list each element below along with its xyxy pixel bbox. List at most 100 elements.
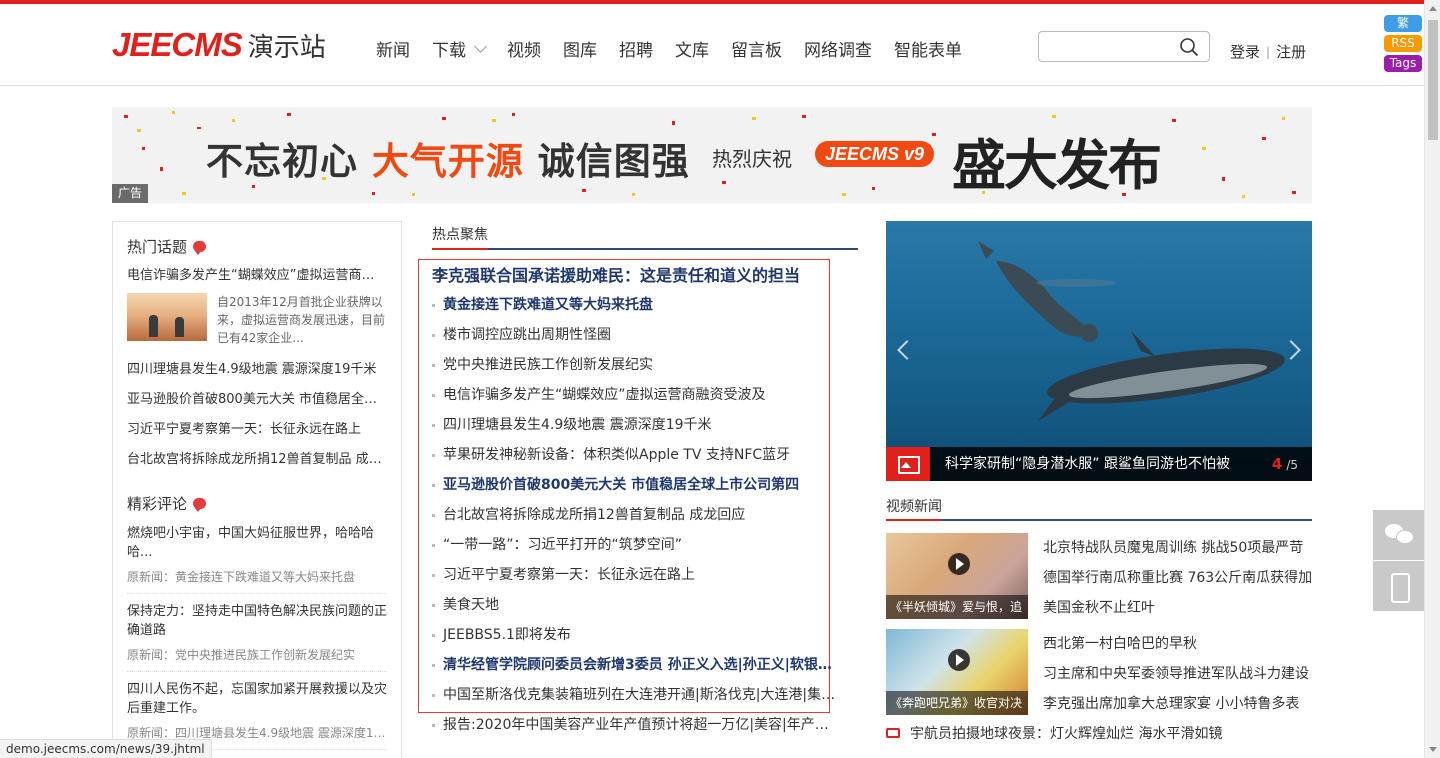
video-links: 西北第一村白哈巴的早秋 习主席和中央军委领导推进军队战斗力建设 李克强出席加拿大… — [1043, 629, 1313, 719]
hot-topic-summary: 自2013年12月首批企业获牌以来，虚拟运营商发展迅速，目前已有42家企业... — [217, 295, 386, 345]
news-item[interactable]: 美食天地 — [432, 590, 836, 620]
ad-label: 广告 — [112, 184, 148, 203]
slider-photo — [978, 241, 1285, 421]
comment-source[interactable]: 原新闻：党中央推进民族工作创新发展纪实 — [127, 646, 387, 663]
focus-column: 热点聚焦 李克强联合国承诺援助难民：这是责任和道义的担当 黄金接连下跌难道又等大… — [418, 221, 858, 740]
video-link[interactable]: 美国金秋不止红叶 — [1043, 593, 1313, 623]
page-scrollbar[interactable] — [1424, 0, 1440, 758]
rss-link[interactable]: RSS — [1384, 35, 1422, 52]
login-link[interactable]: 登录 — [1230, 41, 1260, 62]
ad-banner[interactable]: 不忘初心 大气开源 诚信图强 热烈庆祝 JEECMS v9 盛大发布 广告 — [112, 107, 1312, 203]
hot-topics-heading: 热门话题 — [127, 236, 387, 257]
news-item[interactable]: “一带一路”：习近平打开的“筑梦空间” — [432, 530, 836, 560]
news-item[interactable]: 台北故宫将拆除成龙所捐12兽首复制品 成龙回应 — [432, 500, 836, 530]
register-link[interactable]: 注册 — [1276, 41, 1306, 62]
comment-item[interactable]: 保持定力：坚持走中国特色解决民族问题的正确道路 原新闻：党中央推进民族工作创新发… — [127, 594, 387, 672]
slogan-part-3: 诚信图强 — [537, 140, 690, 183]
news-item[interactable]: 报告:2020年中国美容产业年产值预计将超一万亿|美容|年产值|报告 — [432, 710, 836, 740]
news-item[interactable]: 清华经管学院顾问委员会新增3委员 孙正义入选|孙正义|软银|清华 — [432, 650, 836, 680]
nav-item-guestbook[interactable]: 留言板 — [731, 36, 782, 61]
hot-topic-item[interactable]: 亚马逊股价首破800美元大关 市值稳居全球上市公司第四 — [127, 385, 387, 415]
slider-total: /5 — [1286, 458, 1298, 472]
video-thumbnail[interactable]: 《半妖倾城》爱与恨，追 — [886, 533, 1028, 619]
comment-source[interactable]: 原新闻：黄金接连下跌难道又等大妈来托盘 — [127, 568, 387, 585]
search-icon[interactable] — [1179, 37, 1199, 57]
slider-pager: 4/5 — [1272, 447, 1298, 481]
news-item[interactable]: 四川理塘县发生4.9级地震 震源深度19千米 — [432, 410, 836, 440]
news-item[interactable]: 亚马逊股价首破800美元大关 市值稳居全球上市公司第四 — [432, 470, 836, 500]
side-tags: 繁 RSS Tags — [1384, 15, 1422, 72]
hot-topic-item[interactable]: 习近平宁夏考察第一天：长征永远在路上 — [127, 415, 387, 445]
hot-topic-first[interactable]: 电信诈骗多发产生“蝴蝶效应”虚拟运营商融资受波及 — [127, 261, 387, 291]
video-link[interactable]: 李克强出席加拿大总理家宴 小小特鲁多表 — [1043, 689, 1313, 719]
search-box — [1038, 31, 1210, 62]
video-links: 北京特战队员魔鬼周训练 挑战50项最严苛 德国举行南瓜称重比赛 763公斤南瓜获… — [1043, 533, 1313, 623]
left-sidebar: 热门话题 电信诈骗多发产生“蝴蝶效应”虚拟运营商融资受波及 自2013年12月首… — [112, 221, 402, 758]
news-item[interactable]: 楼市调控应跳出周期性怪圈 — [432, 320, 836, 350]
nav-item-video[interactable]: 视频 — [507, 36, 541, 61]
news-item[interactable]: JEEBBS5.1即将发布 — [432, 620, 836, 650]
account-links: 登录 | 注册 — [1230, 41, 1306, 62]
video-link[interactable]: 西北第一村白哈巴的早秋 — [1043, 629, 1313, 659]
video-link[interactable]: 北京特战队员魔鬼周训练 挑战50项最严苛 — [1043, 533, 1313, 563]
scrollbar-thumb[interactable] — [1428, 20, 1438, 140]
hot-topic-feature[interactable]: 自2013年12月首批企业获牌以来，虚拟运营商发展迅速，目前已有42家企业... — [127, 293, 387, 355]
focus-tab-bar: 热点聚焦 — [432, 221, 858, 250]
comment-text: 四川人民伤不起，忘国家加紧开展救援以及灾后重建工作。 — [127, 682, 387, 716]
tab-video-news[interactable]: 视频新闻 — [886, 495, 942, 521]
comment-icon — [193, 498, 207, 512]
news-item[interactable]: 黄金接连下跌难道又等大妈来托盘 — [432, 290, 836, 320]
mobile-icon[interactable] — [1373, 561, 1424, 611]
focus-news-list: 黄金接连下跌难道又等大妈来托盘 楼市调控应跳出周期性怪圈 党中央推进民族工作创新… — [432, 290, 858, 740]
comment-text: 保持定力：坚持走中国特色解决民族问题的正确道路 — [127, 604, 387, 638]
play-icon[interactable] — [948, 553, 970, 575]
slogan-part-1: 不忘初心 — [206, 140, 358, 183]
video-icon — [886, 728, 900, 738]
news-item[interactable]: 党中央推进民族工作创新发展纪实 — [432, 350, 836, 380]
photo-slider[interactable]: 科学家研制“隐身潜水服” 跟鲨鱼同游也不怕被 4/5 — [886, 221, 1312, 481]
tags-link[interactable]: Tags — [1384, 55, 1422, 72]
comments-title: 精彩评论 — [127, 495, 188, 513]
floating-share-buttons — [1373, 510, 1424, 612]
nav-item-news[interactable]: 新闻 — [376, 36, 410, 61]
news-item[interactable]: 中国至斯洛伐克集装箱班列在大连港开通|斯洛伐克|大连港|集装箱 — [432, 680, 836, 710]
video-link[interactable]: 德国举行南瓜称重比赛 763公斤南瓜获得加 — [1043, 563, 1313, 593]
wechat-icon[interactable] — [1373, 510, 1424, 560]
comment-item[interactable]: 燃烧吧小宇宙，中国大妈征服世界，哈哈哈哈... 原新闻：黄金接连下跌难道又等大妈… — [127, 514, 387, 594]
tab-focus[interactable]: 热点聚焦 — [432, 221, 488, 250]
site-logo[interactable]: JEECMS 演示站 — [112, 26, 326, 66]
chat-bubble-icon — [193, 241, 207, 255]
news-item[interactable]: 电信诈骗多发产生“蝴蝶效应”虚拟运营商融资受波及 — [432, 380, 836, 410]
search-input[interactable] — [1047, 32, 1177, 61]
browser-status-url: demo.jeecms.com/news/39.jhtml — [0, 739, 212, 758]
slider-caption[interactable]: 科学家研制“隐身潜水服” 跟鲨鱼同游也不怕被 — [945, 447, 1230, 481]
news-item[interactable]: 习近平宁夏考察第一天：长征永远在路上 — [432, 560, 836, 590]
version-badge: JEECMS v9 — [815, 141, 935, 167]
video-thumbnail[interactable]: 《奔跑吧兄弟》收官对决 — [886, 629, 1028, 715]
nav-item-survey[interactable]: 网络调查 — [804, 36, 872, 61]
nav-item-jobs[interactable]: 招聘 — [619, 36, 653, 61]
hot-topics-title: 热门话题 — [127, 238, 188, 256]
traditional-chinese-toggle[interactable]: 繁 — [1384, 15, 1422, 32]
banner-celebrate: 热烈庆祝 — [712, 147, 792, 171]
chevron-down-icon — [474, 39, 487, 53]
hot-topic-item[interactable]: 四川理塘县发生4.9级地震 震源深度19千米 — [127, 355, 387, 385]
news-item[interactable]: 苹果研发神秘新设备：体积类似Apple TV 支持NFC蓝牙 — [432, 440, 836, 470]
comments-heading: 精彩评论 — [127, 493, 387, 514]
hot-topic-thumbnail[interactable] — [127, 293, 207, 341]
banner-slogan: 不忘初心 大气开源 诚信图强 — [206, 131, 690, 185]
video-link[interactable]: 习主席和中央军委领导推进军队战斗力建设 — [1043, 659, 1313, 689]
nav-item-smart-form[interactable]: 智能表单 — [894, 36, 962, 61]
video-extra-text: 宇航员拍摄地球夜景：灯火辉煌灿烂 海水平滑如镜 — [910, 726, 1223, 742]
video-extra-link[interactable]: 宇航员拍摄地球夜景：灯火辉煌灿烂 海水平滑如镜 — [886, 723, 1222, 743]
nav-item-library[interactable]: 文库 — [675, 36, 709, 61]
nav-item-download[interactable]: 下载 — [432, 36, 487, 61]
logo-site-name: 演示站 — [247, 33, 326, 63]
scroll-down-icon[interactable] — [1429, 747, 1437, 752]
play-icon[interactable] — [948, 649, 970, 671]
comment-text: 燃烧吧小宇宙，中国大妈征服世界，哈哈哈哈... — [127, 526, 375, 560]
video-thumb-caption: 《奔跑吧兄弟》收官对决 — [886, 691, 1028, 715]
hot-topic-item[interactable]: 台北故宫将拆除成龙所捐12兽首复制品 成龙回应 — [127, 445, 387, 475]
scroll-up-icon[interactable] — [1429, 6, 1437, 11]
nav-item-gallery[interactable]: 图库 — [563, 36, 597, 61]
